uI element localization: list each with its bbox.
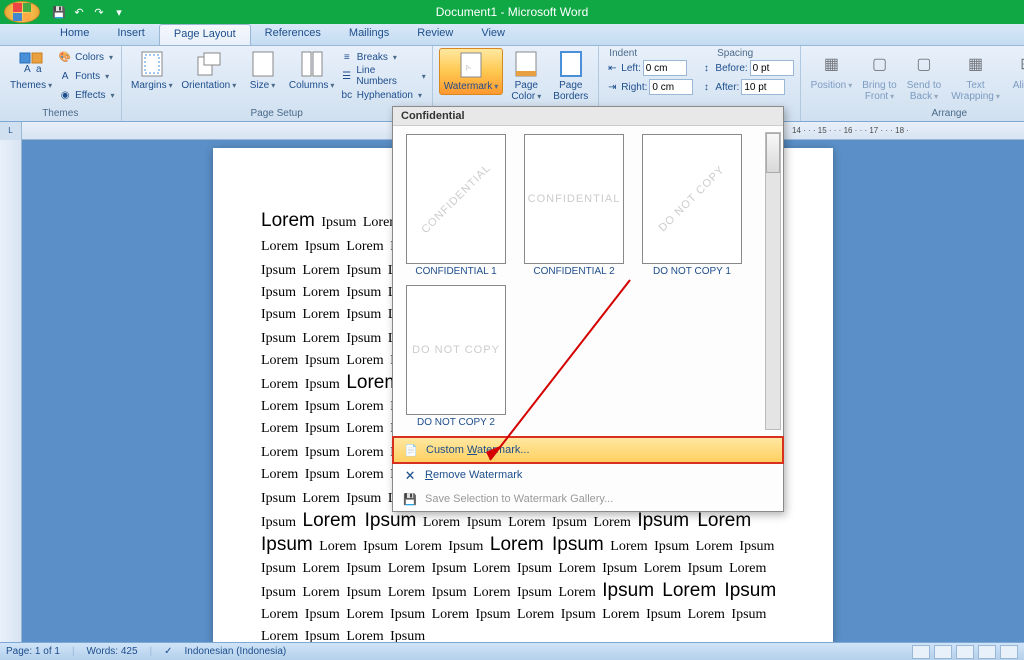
effects-button[interactable]: ◉Effects: [58, 86, 114, 104]
group-themes: Aa Themes 🎨Colors AFonts ◉Effects Themes: [0, 46, 122, 121]
view-web-layout-button[interactable]: [956, 645, 974, 659]
themes-button[interactable]: Aa Themes: [6, 48, 56, 93]
status-words[interactable]: Words: 425: [87, 646, 138, 657]
vertical-ruler[interactable]: [0, 140, 22, 642]
spacing-before-spinner[interactable]: ↕Before:: [699, 59, 793, 77]
spacing-after-icon: ↕: [699, 80, 713, 94]
effects-icon: ◉: [58, 88, 72, 102]
hyphenation-button[interactable]: bcHyphenation: [340, 86, 426, 104]
size-button[interactable]: Size: [242, 48, 284, 93]
svg-text:A: A: [24, 64, 31, 75]
orientation-button[interactable]: Orientation: [178, 48, 239, 93]
send-back-button[interactable]: ▢Send to Back: [903, 48, 945, 104]
wrapping-icon: ▦: [962, 50, 990, 78]
watermark-option-confidential-2[interactable]: CONFIDENTIAL CONFIDENTIAL 2: [519, 134, 629, 277]
indent-right-icon: ⇥: [605, 80, 619, 94]
fonts-icon: A: [58, 69, 72, 83]
save-gallery-icon: 💾: [401, 491, 419, 507]
undo-icon[interactable]: ↶: [70, 3, 88, 21]
page-color-icon: [512, 50, 540, 78]
indent-right-spinner[interactable]: ⇥Right:: [605, 78, 693, 96]
line-numbers-button[interactable]: ☰Line Numbers: [340, 67, 426, 85]
columns-button[interactable]: Columns: [286, 48, 338, 93]
view-full-screen-button[interactable]: [934, 645, 952, 659]
tab-references[interactable]: References: [251, 24, 335, 45]
colors-icon: 🎨: [58, 50, 72, 64]
position-button[interactable]: ▦Position: [807, 48, 857, 93]
margins-button[interactable]: Margins: [128, 48, 176, 93]
breaks-icon: ≡: [340, 50, 354, 64]
office-button[interactable]: [4, 1, 40, 23]
indent-left-spinner[interactable]: ⇤Left:: [605, 59, 693, 77]
columns-icon: [298, 50, 326, 78]
watermark-gallery-scrollbar[interactable]: [765, 132, 781, 430]
window-title: Document1 - Microsoft Word: [436, 5, 589, 19]
margins-icon: [138, 50, 166, 78]
remove-watermark-icon: 🗙: [401, 467, 419, 483]
tab-view[interactable]: View: [467, 24, 519, 45]
tab-home[interactable]: Home: [46, 24, 103, 45]
send-back-icon: ▢: [910, 50, 938, 78]
redo-icon[interactable]: ↷: [90, 3, 108, 21]
breaks-button[interactable]: ≡Breaks: [340, 48, 426, 66]
status-bar: Page: 1 of 1 | Words: 425 | ✓ Indonesian…: [0, 642, 1024, 660]
quick-access-toolbar: 💾 ↶ ↷ ▾: [50, 3, 128, 21]
watermark-icon: A: [457, 51, 485, 79]
bring-front-button[interactable]: ▢Bring to Front: [858, 48, 900, 104]
spacing-before-icon: ↕: [699, 61, 713, 75]
custom-watermark-menu-item[interactable]: 📄 Custom Watermark...: [392, 436, 784, 464]
status-proofing-icon[interactable]: ✓: [164, 646, 172, 657]
text-wrapping-button[interactable]: ▦Text Wrapping: [947, 48, 1004, 104]
qat-customize-icon[interactable]: ▾: [110, 3, 128, 21]
remove-watermark-menu-item[interactable]: 🗙 Remove Watermark: [393, 463, 783, 487]
size-icon: [249, 50, 277, 78]
group-arrange: ▦Position ▢Bring to Front ▢Send to Back …: [801, 46, 1024, 121]
watermark-gallery: CONFIDENTIAL CONFIDENTIAL 1 CONFIDENTIAL…: [393, 126, 783, 436]
page-borders-icon: [557, 50, 585, 78]
orientation-icon: [195, 50, 223, 78]
indent-left-icon: ⇤: [605, 61, 619, 75]
watermark-option-donotcopy-1[interactable]: DO NOT COPY DO NOT COPY 1: [637, 134, 747, 277]
save-icon[interactable]: 💾: [50, 3, 68, 21]
position-icon: ▦: [817, 50, 845, 78]
tab-insert[interactable]: Insert: [103, 24, 159, 45]
title-bar: 💾 ↶ ↷ ▾ Document1 - Microsoft Word: [0, 0, 1024, 24]
view-draft-button[interactable]: [1000, 645, 1018, 659]
view-outline-button[interactable]: [978, 645, 996, 659]
hyphenation-icon: bc: [340, 88, 354, 102]
line-numbers-icon: ☰: [340, 69, 354, 83]
watermark-option-donotcopy-2[interactable]: DO NOT COPY DO NOT COPY 2: [401, 285, 511, 428]
spacing-after-spinner[interactable]: ↕After:: [699, 78, 793, 96]
status-page[interactable]: Page: 1 of 1: [6, 646, 60, 657]
fonts-button[interactable]: AFonts: [58, 67, 114, 85]
page-borders-button[interactable]: Page Borders: [549, 48, 592, 104]
themes-icon: Aa: [17, 50, 45, 78]
group-page-setup: Margins Orientation Size Columns ≡Breaks…: [122, 46, 433, 121]
watermark-gallery-header: Confidential: [393, 107, 783, 126]
ribbon-tabs: Home Insert Page Layout References Maili…: [0, 24, 1024, 46]
page-color-button[interactable]: Page Color: [505, 48, 547, 104]
status-language[interactable]: Indonesian (Indonesia): [185, 646, 287, 657]
watermark-dropdown: Confidential CONFIDENTIAL CONFIDENTIAL 1…: [392, 106, 784, 512]
watermark-button[interactable]: AWatermark: [439, 48, 504, 95]
svg-text:a: a: [36, 64, 42, 75]
align-icon: ⊞: [1013, 50, 1024, 78]
tab-review[interactable]: Review: [403, 24, 467, 45]
tab-page-layout[interactable]: Page Layout: [159, 24, 251, 45]
colors-button[interactable]: 🎨Colors: [58, 48, 114, 66]
ruler-corner: L: [0, 122, 22, 140]
watermark-option-confidential-1[interactable]: CONFIDENTIAL CONFIDENTIAL 1: [401, 134, 511, 277]
align-button[interactable]: ⊞Align: [1006, 48, 1024, 93]
tab-mailings[interactable]: Mailings: [335, 24, 403, 45]
custom-watermark-icon: 📄: [402, 442, 420, 458]
save-watermark-menu-item: 💾 Save Selection to Watermark Gallery...: [393, 487, 783, 511]
bring-front-icon: ▢: [866, 50, 894, 78]
view-print-layout-button[interactable]: [912, 645, 930, 659]
